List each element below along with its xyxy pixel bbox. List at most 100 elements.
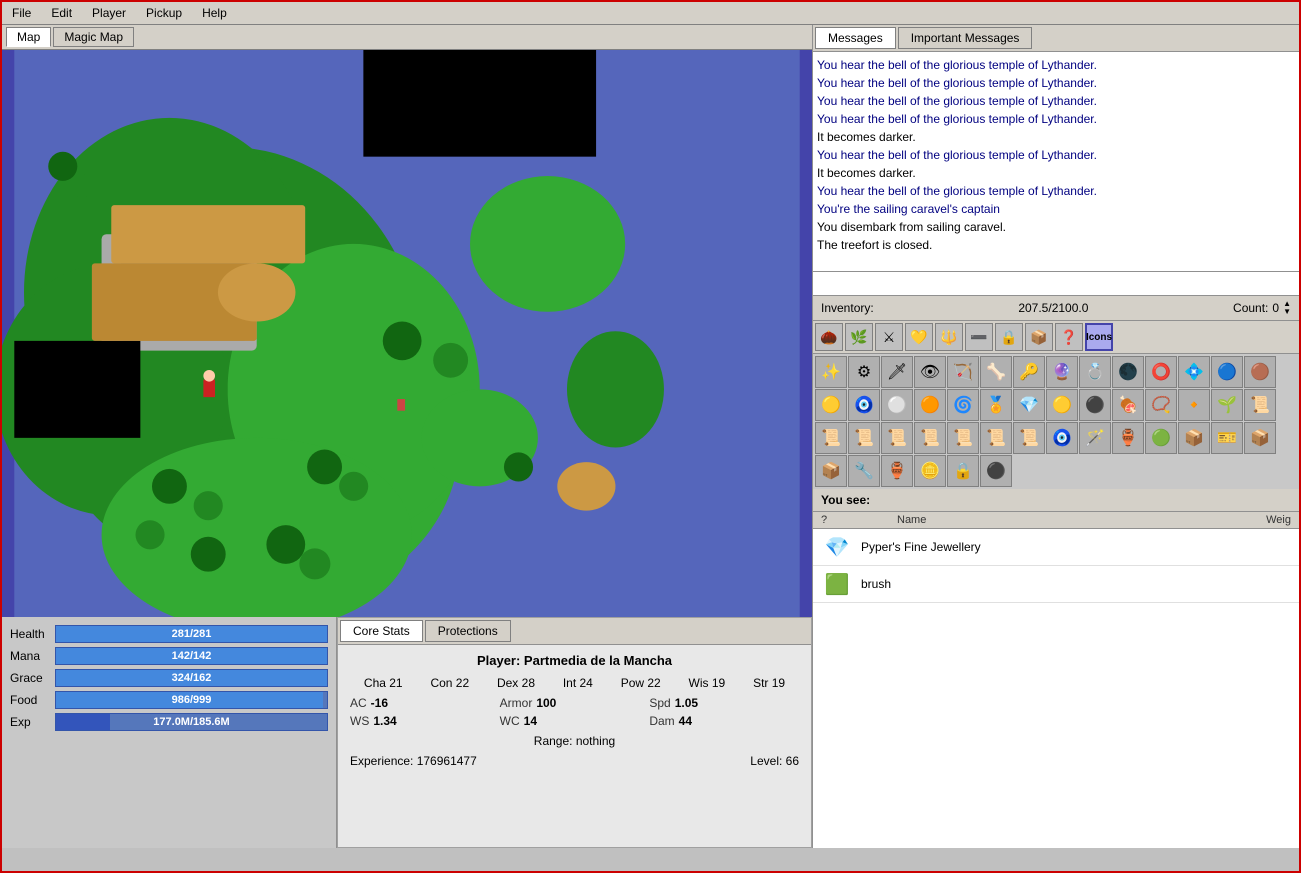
scroll-arrows[interactable]: ▲ ▼: [1283, 300, 1291, 316]
range-display: Range: nothing: [350, 734, 799, 748]
inv-filter-wands[interactable]: 🔱: [935, 323, 963, 351]
inventory-item[interactable]: 🔧: [848, 455, 880, 487]
health-row: Health 281/281: [10, 625, 328, 643]
inventory-item[interactable]: ⚫: [1079, 389, 1111, 421]
inventory-item[interactable]: 🔒: [947, 455, 979, 487]
menu-help[interactable]: Help: [196, 4, 233, 22]
inv-filter-rings[interactable]: 💛: [905, 323, 933, 351]
tab-important-messages[interactable]: Important Messages: [898, 27, 1033, 49]
inventory-item[interactable]: 📜: [947, 422, 979, 454]
inventory-item[interactable]: 🔮: [1046, 356, 1078, 388]
message-line: It becomes darker.: [817, 164, 1295, 182]
map-tabs: Map Magic Map: [2, 25, 812, 50]
inventory-item[interactable]: 🟡: [1046, 389, 1078, 421]
inventory-item[interactable]: 📦: [1244, 422, 1276, 454]
messages-tabs: Messages Important Messages: [813, 25, 1299, 52]
inv-filter-armor[interactable]: ⚔: [875, 323, 903, 351]
tab-messages[interactable]: Messages: [815, 27, 896, 49]
inventory-item[interactable]: 🎫: [1211, 422, 1243, 454]
inventory-item[interactable]: 🪙: [914, 455, 946, 487]
inventory-item[interactable]: 🟢: [1145, 422, 1177, 454]
inventory-item[interactable]: 💎: [1013, 389, 1045, 421]
message-line: You disembark from sailing caravel.: [817, 218, 1295, 236]
tab-protections[interactable]: Protections: [425, 620, 511, 642]
tab-core-stats[interactable]: Core Stats: [340, 620, 423, 642]
inventory-item[interactable]: 📜: [1013, 422, 1045, 454]
char-panel: Core Stats Protections Player: Partmedia…: [337, 617, 812, 848]
inventory-item[interactable]: ⭕: [1145, 356, 1177, 388]
inventory-item[interactable]: 🟤: [1244, 356, 1276, 388]
tab-magic-map[interactable]: Magic Map: [53, 27, 134, 47]
inv-filter-all[interactable]: 🌰: [815, 323, 843, 351]
inv-filter-books[interactable]: 🔒: [995, 323, 1023, 351]
inventory-item[interactable]: 📜: [914, 422, 946, 454]
inventory-item[interactable]: 📜: [848, 422, 880, 454]
inv-filter-unknown[interactable]: ❓: [1055, 323, 1083, 351]
message-line: It becomes darker.: [817, 128, 1295, 146]
stat-ac: AC -16: [350, 696, 500, 710]
you-see-item[interactable]: 💎Pyper's Fine Jewellery: [813, 529, 1299, 566]
game-map[interactable]: [2, 50, 812, 617]
inventory-item[interactable]: 📿: [1145, 389, 1177, 421]
menu-player[interactable]: Player: [86, 4, 132, 22]
inventory-item[interactable]: 💠: [1178, 356, 1210, 388]
inv-filter-icons[interactable]: Icons: [1085, 323, 1113, 351]
inventory-item[interactable]: 🏺: [1112, 422, 1144, 454]
inventory-item[interactable]: 📜: [815, 422, 847, 454]
inventory-item[interactable]: ✨: [815, 356, 847, 388]
menu-edit[interactable]: Edit: [45, 4, 78, 22]
menu-file[interactable]: File: [6, 4, 37, 22]
inv-filter-containers[interactable]: 📦: [1025, 323, 1053, 351]
inventory-item[interactable]: 🧿: [1046, 422, 1078, 454]
main-layout: Map Magic Map: [2, 25, 1299, 848]
inv-filter-weapons[interactable]: 🌿: [845, 323, 873, 351]
inventory-item[interactable]: 🧿: [848, 389, 880, 421]
inventory-item[interactable]: ⚫: [980, 455, 1012, 487]
message-line: You hear the bell of the glorious temple…: [817, 92, 1295, 110]
inventory-item[interactable]: 📦: [815, 455, 847, 487]
inventory-item[interactable]: 🌑: [1112, 356, 1144, 388]
inventory-item[interactable]: 📜: [1244, 389, 1276, 421]
inventory-item[interactable]: 👁: [914, 356, 946, 388]
inventory-item[interactable]: ⚙: [848, 356, 880, 388]
menu-pickup[interactable]: Pickup: [140, 4, 188, 22]
you-see-items: 💎Pyper's Fine Jewellery🟩brush: [813, 529, 1299, 848]
input-area[interactable]: [813, 272, 1299, 296]
inv-filter-food[interactable]: ➖: [965, 323, 993, 351]
inventory-item[interactable]: 💍: [1079, 356, 1111, 388]
attr-pow: Pow 22: [621, 676, 661, 690]
inventory-item[interactable]: 🪄: [1079, 422, 1111, 454]
left-panel: Map Magic Map: [2, 25, 812, 848]
inventory-item[interactable]: 🦴: [980, 356, 1012, 388]
message-line: You hear the bell of the glorious temple…: [817, 146, 1295, 164]
inventory-item[interactable]: 🔸: [1178, 389, 1210, 421]
you-see-item[interactable]: 🟩brush: [813, 566, 1299, 603]
exp-row: Exp 177.0M/185.6M: [10, 713, 328, 731]
experience-value: Experience: 176961477: [350, 754, 477, 768]
inventory-item[interactable]: 🍖: [1112, 389, 1144, 421]
inventory-item[interactable]: 🌀: [947, 389, 979, 421]
menu-bar: File Edit Player Pickup Help: [2, 2, 1299, 25]
attr-con: Con 22: [430, 676, 469, 690]
tab-map[interactable]: Map: [6, 27, 51, 47]
inventory-item[interactable]: 🔵: [1211, 356, 1243, 388]
inventory-item[interactable]: 🟡: [815, 389, 847, 421]
inventory-item[interactable]: ⚪: [881, 389, 913, 421]
inventory-count: Count: 0 ▲ ▼: [1233, 300, 1291, 316]
inventory-item[interactable]: 📜: [980, 422, 1012, 454]
inventory-item[interactable]: 🌱: [1211, 389, 1243, 421]
inventory-item[interactable]: 🗡: [881, 356, 913, 388]
inventory-item[interactable]: 🏅: [980, 389, 1012, 421]
inventory-item[interactable]: 🏺: [881, 455, 913, 487]
message-line: You're the sailing caravel's captain: [817, 200, 1295, 218]
scroll-down[interactable]: ▼: [1283, 308, 1291, 316]
command-input[interactable]: [813, 272, 1299, 295]
food-bar: 986/999: [55, 691, 328, 709]
inventory-item[interactable]: 🏹: [947, 356, 979, 388]
inventory-item[interactable]: 🟠: [914, 389, 946, 421]
inventory-item[interactable]: 📜: [881, 422, 913, 454]
message-line: You hear the bell of the glorious temple…: [817, 182, 1295, 200]
inventory-item[interactable]: 📦: [1178, 422, 1210, 454]
inventory-item[interactable]: 🔑: [1013, 356, 1045, 388]
stat-wc: WC 14: [500, 714, 650, 728]
